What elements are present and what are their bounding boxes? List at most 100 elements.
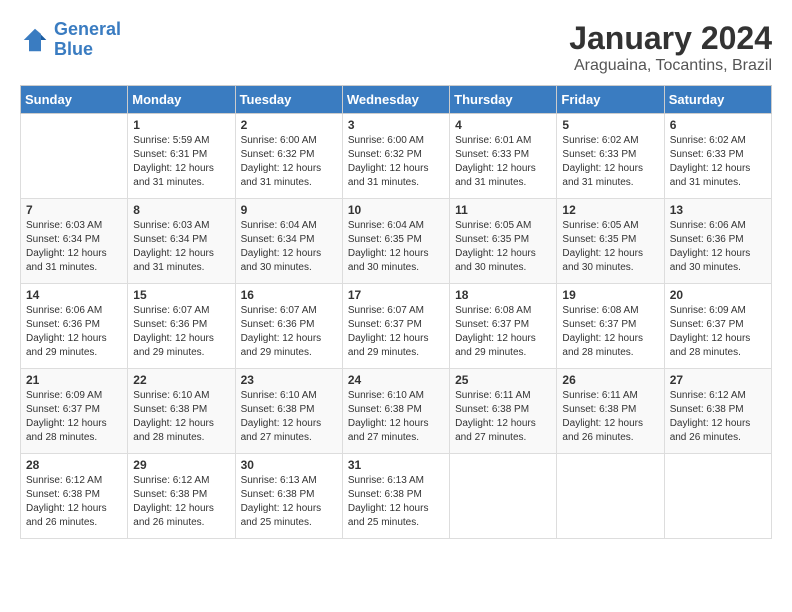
weekday-header-cell: Tuesday [235,86,342,114]
day-info: Sunrise: 6:05 AM Sunset: 6:35 PM Dayligh… [562,219,658,275]
weekday-header-cell: Sunday [21,86,128,114]
day-info: Sunrise: 6:03 AM Sunset: 6:34 PM Dayligh… [133,219,229,275]
calendar-cell: 14 Sunrise: 6:06 AM Sunset: 6:36 PM Dayli… [21,284,128,369]
weekday-header-cell: Monday [128,86,235,114]
logo-text: General Blue [54,20,121,60]
day-info: Sunrise: 6:00 AM Sunset: 6:32 PM Dayligh… [241,134,337,190]
calendar-cell: 6 Sunrise: 6:02 AM Sunset: 6:33 PM Daylig… [664,114,771,199]
day-info: Sunrise: 6:06 AM Sunset: 6:36 PM Dayligh… [670,219,766,275]
day-number: 22 [133,373,229,387]
calendar-cell: 18 Sunrise: 6:08 AM Sunset: 6:37 PM Dayli… [450,284,557,369]
calendar-cell: 5 Sunrise: 6:02 AM Sunset: 6:33 PM Daylig… [557,114,664,199]
day-info: Sunrise: 6:09 AM Sunset: 6:37 PM Dayligh… [26,389,122,445]
day-number: 12 [562,203,658,217]
day-info: Sunrise: 6:10 AM Sunset: 6:38 PM Dayligh… [348,389,444,445]
day-number: 27 [670,373,766,387]
calendar-cell: 25 Sunrise: 6:11 AM Sunset: 6:38 PM Dayli… [450,369,557,454]
day-number: 30 [241,458,337,472]
day-info: Sunrise: 6:04 AM Sunset: 6:34 PM Dayligh… [241,219,337,275]
day-info: Sunrise: 6:11 AM Sunset: 6:38 PM Dayligh… [455,389,551,445]
day-info: Sunrise: 6:00 AM Sunset: 6:32 PM Dayligh… [348,134,444,190]
calendar-cell: 15 Sunrise: 6:07 AM Sunset: 6:36 PM Dayli… [128,284,235,369]
page-header: General Blue January 2024 Araguaina, Toc… [20,20,772,75]
location-title: Araguaina, Tocantins, Brazil [569,57,772,75]
weekday-header-cell: Thursday [450,86,557,114]
calendar-cell: 21 Sunrise: 6:09 AM Sunset: 6:37 PM Dayli… [21,369,128,454]
day-info: Sunrise: 6:12 AM Sunset: 6:38 PM Dayligh… [133,474,229,530]
calendar-cell [450,454,557,539]
day-number: 3 [348,118,444,132]
day-number: 6 [670,118,766,132]
day-info: Sunrise: 6:08 AM Sunset: 6:37 PM Dayligh… [455,304,551,360]
calendar-cell: 20 Sunrise: 6:09 AM Sunset: 6:37 PM Dayli… [664,284,771,369]
day-info: Sunrise: 6:13 AM Sunset: 6:38 PM Dayligh… [241,474,337,530]
day-number: 31 [348,458,444,472]
day-number: 18 [455,288,551,302]
day-info: Sunrise: 6:06 AM Sunset: 6:36 PM Dayligh… [26,304,122,360]
day-number: 5 [562,118,658,132]
day-info: Sunrise: 6:10 AM Sunset: 6:38 PM Dayligh… [133,389,229,445]
logo: General Blue [20,20,121,60]
calendar-cell [557,454,664,539]
calendar-cell [21,114,128,199]
calendar-cell: 4 Sunrise: 6:01 AM Sunset: 6:33 PM Daylig… [450,114,557,199]
day-info: Sunrise: 6:02 AM Sunset: 6:33 PM Dayligh… [670,134,766,190]
calendar-week-row: 7 Sunrise: 6:03 AM Sunset: 6:34 PM Daylig… [21,199,772,284]
day-info: Sunrise: 6:07 AM Sunset: 6:37 PM Dayligh… [348,304,444,360]
calendar-cell: 19 Sunrise: 6:08 AM Sunset: 6:37 PM Dayli… [557,284,664,369]
title-block: January 2024 Araguaina, Tocantins, Brazi… [569,20,772,75]
calendar-cell: 17Sunrise: 6:07 AM Sunset: 6:37 PM Dayli… [342,284,449,369]
day-number: 26 [562,373,658,387]
day-number: 19 [562,288,658,302]
day-number: 20 [670,288,766,302]
day-info: Sunrise: 5:59 AM Sunset: 6:31 PM Dayligh… [133,134,229,190]
day-number: 4 [455,118,551,132]
calendar-cell: 22 Sunrise: 6:10 AM Sunset: 6:38 PM Dayli… [128,369,235,454]
weekday-header-cell: Friday [557,86,664,114]
calendar-cell: 11Sunrise: 6:05 AM Sunset: 6:35 PM Dayli… [450,199,557,284]
calendar-cell: 24Sunrise: 6:10 AM Sunset: 6:38 PM Dayli… [342,369,449,454]
weekday-header-row: SundayMondayTuesdayWednesdayThursdayFrid… [21,86,772,114]
day-number: 8 [133,203,229,217]
calendar-table: SundayMondayTuesdayWednesdayThursdayFrid… [20,85,772,539]
calendar-cell: 13Sunrise: 6:06 AM Sunset: 6:36 PM Dayli… [664,199,771,284]
day-number: 15 [133,288,229,302]
calendar-week-row: 1 Sunrise: 5:59 AM Sunset: 6:31 PM Daylig… [21,114,772,199]
day-number: 23 [241,373,337,387]
day-number: 29 [133,458,229,472]
weekday-header-cell: Wednesday [342,86,449,114]
day-number: 14 [26,288,122,302]
calendar-cell: 12 Sunrise: 6:05 AM Sunset: 6:35 PM Dayli… [557,199,664,284]
calendar-cell: 3 Sunrise: 6:00 AM Sunset: 6:32 PM Daylig… [342,114,449,199]
calendar-body: 1 Sunrise: 5:59 AM Sunset: 6:31 PM Daylig… [21,114,772,539]
calendar-cell: 28Sunrise: 6:12 AM Sunset: 6:38 PM Dayli… [21,454,128,539]
day-info: Sunrise: 6:07 AM Sunset: 6:36 PM Dayligh… [133,304,229,360]
day-info: Sunrise: 6:02 AM Sunset: 6:33 PM Dayligh… [562,134,658,190]
calendar-cell: 29 Sunrise: 6:12 AM Sunset: 6:38 PM Dayli… [128,454,235,539]
day-number: 1 [133,118,229,132]
day-number: 9 [241,203,337,217]
day-number: 21 [26,373,122,387]
day-info: Sunrise: 6:03 AM Sunset: 6:34 PM Dayligh… [26,219,122,275]
day-number: 7 [26,203,122,217]
day-info: Sunrise: 6:08 AM Sunset: 6:37 PM Dayligh… [562,304,658,360]
calendar-week-row: 21 Sunrise: 6:09 AM Sunset: 6:37 PM Dayli… [21,369,772,454]
day-number: 16 [241,288,337,302]
day-info: Sunrise: 6:04 AM Sunset: 6:35 PM Dayligh… [348,219,444,275]
calendar-cell: 16Sunrise: 6:07 AM Sunset: 6:36 PM Dayli… [235,284,342,369]
day-info: Sunrise: 6:09 AM Sunset: 6:37 PM Dayligh… [670,304,766,360]
day-info: Sunrise: 6:05 AM Sunset: 6:35 PM Dayligh… [455,219,551,275]
calendar-cell: 1 Sunrise: 5:59 AM Sunset: 6:31 PM Daylig… [128,114,235,199]
day-number: 10 [348,203,444,217]
calendar-cell: 10 Sunrise: 6:04 AM Sunset: 6:35 PM Dayli… [342,199,449,284]
day-number: 25 [455,373,551,387]
calendar-cell: 23 Sunrise: 6:10 AM Sunset: 6:38 PM Dayli… [235,369,342,454]
month-title: January 2024 [569,20,772,57]
day-info: Sunrise: 6:10 AM Sunset: 6:38 PM Dayligh… [241,389,337,445]
day-info: Sunrise: 6:01 AM Sunset: 6:33 PM Dayligh… [455,134,551,190]
day-info: Sunrise: 6:11 AM Sunset: 6:38 PM Dayligh… [562,389,658,445]
calendar-cell: 26 Sunrise: 6:11 AM Sunset: 6:38 PM Dayli… [557,369,664,454]
calendar-cell [664,454,771,539]
calendar-cell: 9 Sunrise: 6:04 AM Sunset: 6:34 PM Daylig… [235,199,342,284]
calendar-cell: 8 Sunrise: 6:03 AM Sunset: 6:34 PM Daylig… [128,199,235,284]
